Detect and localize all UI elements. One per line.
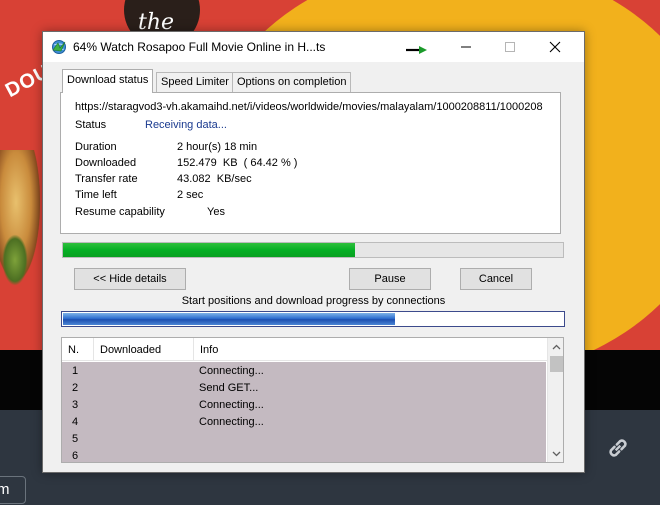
app-globe-icon (52, 40, 66, 54)
duration-value: 2 hour(s) 18 min (177, 141, 258, 153)
resume-capability-value: Yes (207, 206, 225, 218)
tab-label: Speed Limiter (161, 76, 229, 88)
transfer-rate-value: 43.082 KB/sec (177, 173, 252, 185)
list-body: 1 Connecting... 2 Send GET... 3 Connecting...… (62, 362, 546, 462)
connections-caption: Start positions and download progress by… (181, 295, 446, 307)
row-number: 1 (72, 365, 79, 377)
row-info: Connecting... (199, 416, 264, 428)
time-left-value: 2 sec (177, 189, 204, 201)
minimize-icon (461, 46, 471, 48)
tab-options-on-completion[interactable]: Options on completion (232, 72, 352, 92)
tab-download-status[interactable]: Download status (62, 69, 154, 93)
table-row[interactable]: 6 (62, 447, 546, 462)
row-number: 6 (72, 450, 79, 462)
link-icon[interactable] (604, 434, 632, 462)
title-bar[interactable]: 64% Watch Rosapoo Full Movie Online in H… (43, 32, 584, 62)
resume-capability-label: Resume capability (75, 206, 165, 218)
scroll-down-button[interactable] (548, 445, 563, 462)
background-pill-text: m (0, 481, 10, 498)
tab-label: Options on completion (237, 76, 347, 88)
window-title: 64% Watch Rosapoo Full Movie Online in H… (73, 40, 326, 54)
column-header-info[interactable]: Info (194, 338, 547, 361)
overall-progress-fill (63, 243, 356, 257)
close-icon (549, 41, 561, 53)
maximize-icon (505, 42, 515, 52)
tab-label: Download status (67, 74, 149, 86)
scroll-up-button[interactable] (548, 338, 563, 355)
hide-details-button[interactable]: << Hide details (74, 268, 186, 290)
connections-progress-fill (63, 313, 395, 325)
row-number: 5 (72, 433, 79, 445)
cancel-button[interactable]: Cancel (460, 268, 532, 290)
scroll-down-icon (552, 451, 561, 456)
download-url: https://staragvod3-vh.akamaihd.net/i/vid… (75, 101, 543, 113)
arrow-cursor-icon (406, 46, 427, 54)
maximize-button[interactable] (487, 32, 533, 62)
scroll-thumb[interactable] (550, 356, 563, 372)
overall-progress-bar (62, 242, 564, 258)
column-header-number[interactable]: N. (62, 338, 94, 361)
column-header-downloaded[interactable]: Downloaded (94, 338, 194, 361)
table-row[interactable]: 2 Send GET... (62, 379, 546, 396)
transfer-rate-label: Transfer rate (75, 173, 138, 185)
download-dialog: 64% Watch Rosapoo Full Movie Online in H… (42, 31, 585, 473)
minimize-button[interactable] (443, 32, 489, 62)
download-status-panel: https://staragvod3-vh.akamaihd.net/i/vid… (60, 92, 561, 234)
connections-progress-bar (61, 311, 565, 327)
time-left-label: Time left (75, 189, 117, 201)
background-pill-button[interactable]: m (0, 476, 26, 504)
list-header: N. Downloaded Info (62, 338, 547, 361)
background-food-garnish (0, 230, 30, 290)
row-number: 4 (72, 416, 79, 428)
scroll-up-icon (552, 344, 561, 349)
row-info: Send GET... (199, 382, 259, 394)
table-row[interactable]: 4 Connecting... (62, 413, 546, 430)
pause-button[interactable]: Pause (349, 268, 431, 290)
duration-label: Duration (75, 141, 117, 153)
table-row[interactable]: 1 Connecting... (62, 362, 546, 379)
connections-list[interactable]: N. Downloaded Info 1 Connecting... 2 Send G… (61, 337, 564, 463)
row-number: 2 (72, 382, 79, 394)
status-value: Receiving data... (145, 119, 227, 131)
downloaded-label: Downloaded (75, 157, 137, 169)
table-row[interactable]: 5 (62, 430, 546, 447)
close-button[interactable] (532, 32, 578, 62)
tab-speed-limiter[interactable]: Speed Limiter (156, 72, 234, 92)
row-info: Connecting... (199, 399, 264, 411)
row-info: Connecting... (199, 365, 264, 377)
downloaded-value: 152.479 KB ( 64.42 % ) (177, 157, 298, 169)
table-row[interactable]: 3 Connecting... (62, 396, 546, 413)
status-label: Status (75, 119, 107, 131)
list-scrollbar[interactable] (547, 338, 563, 462)
row-number: 3 (72, 399, 79, 411)
